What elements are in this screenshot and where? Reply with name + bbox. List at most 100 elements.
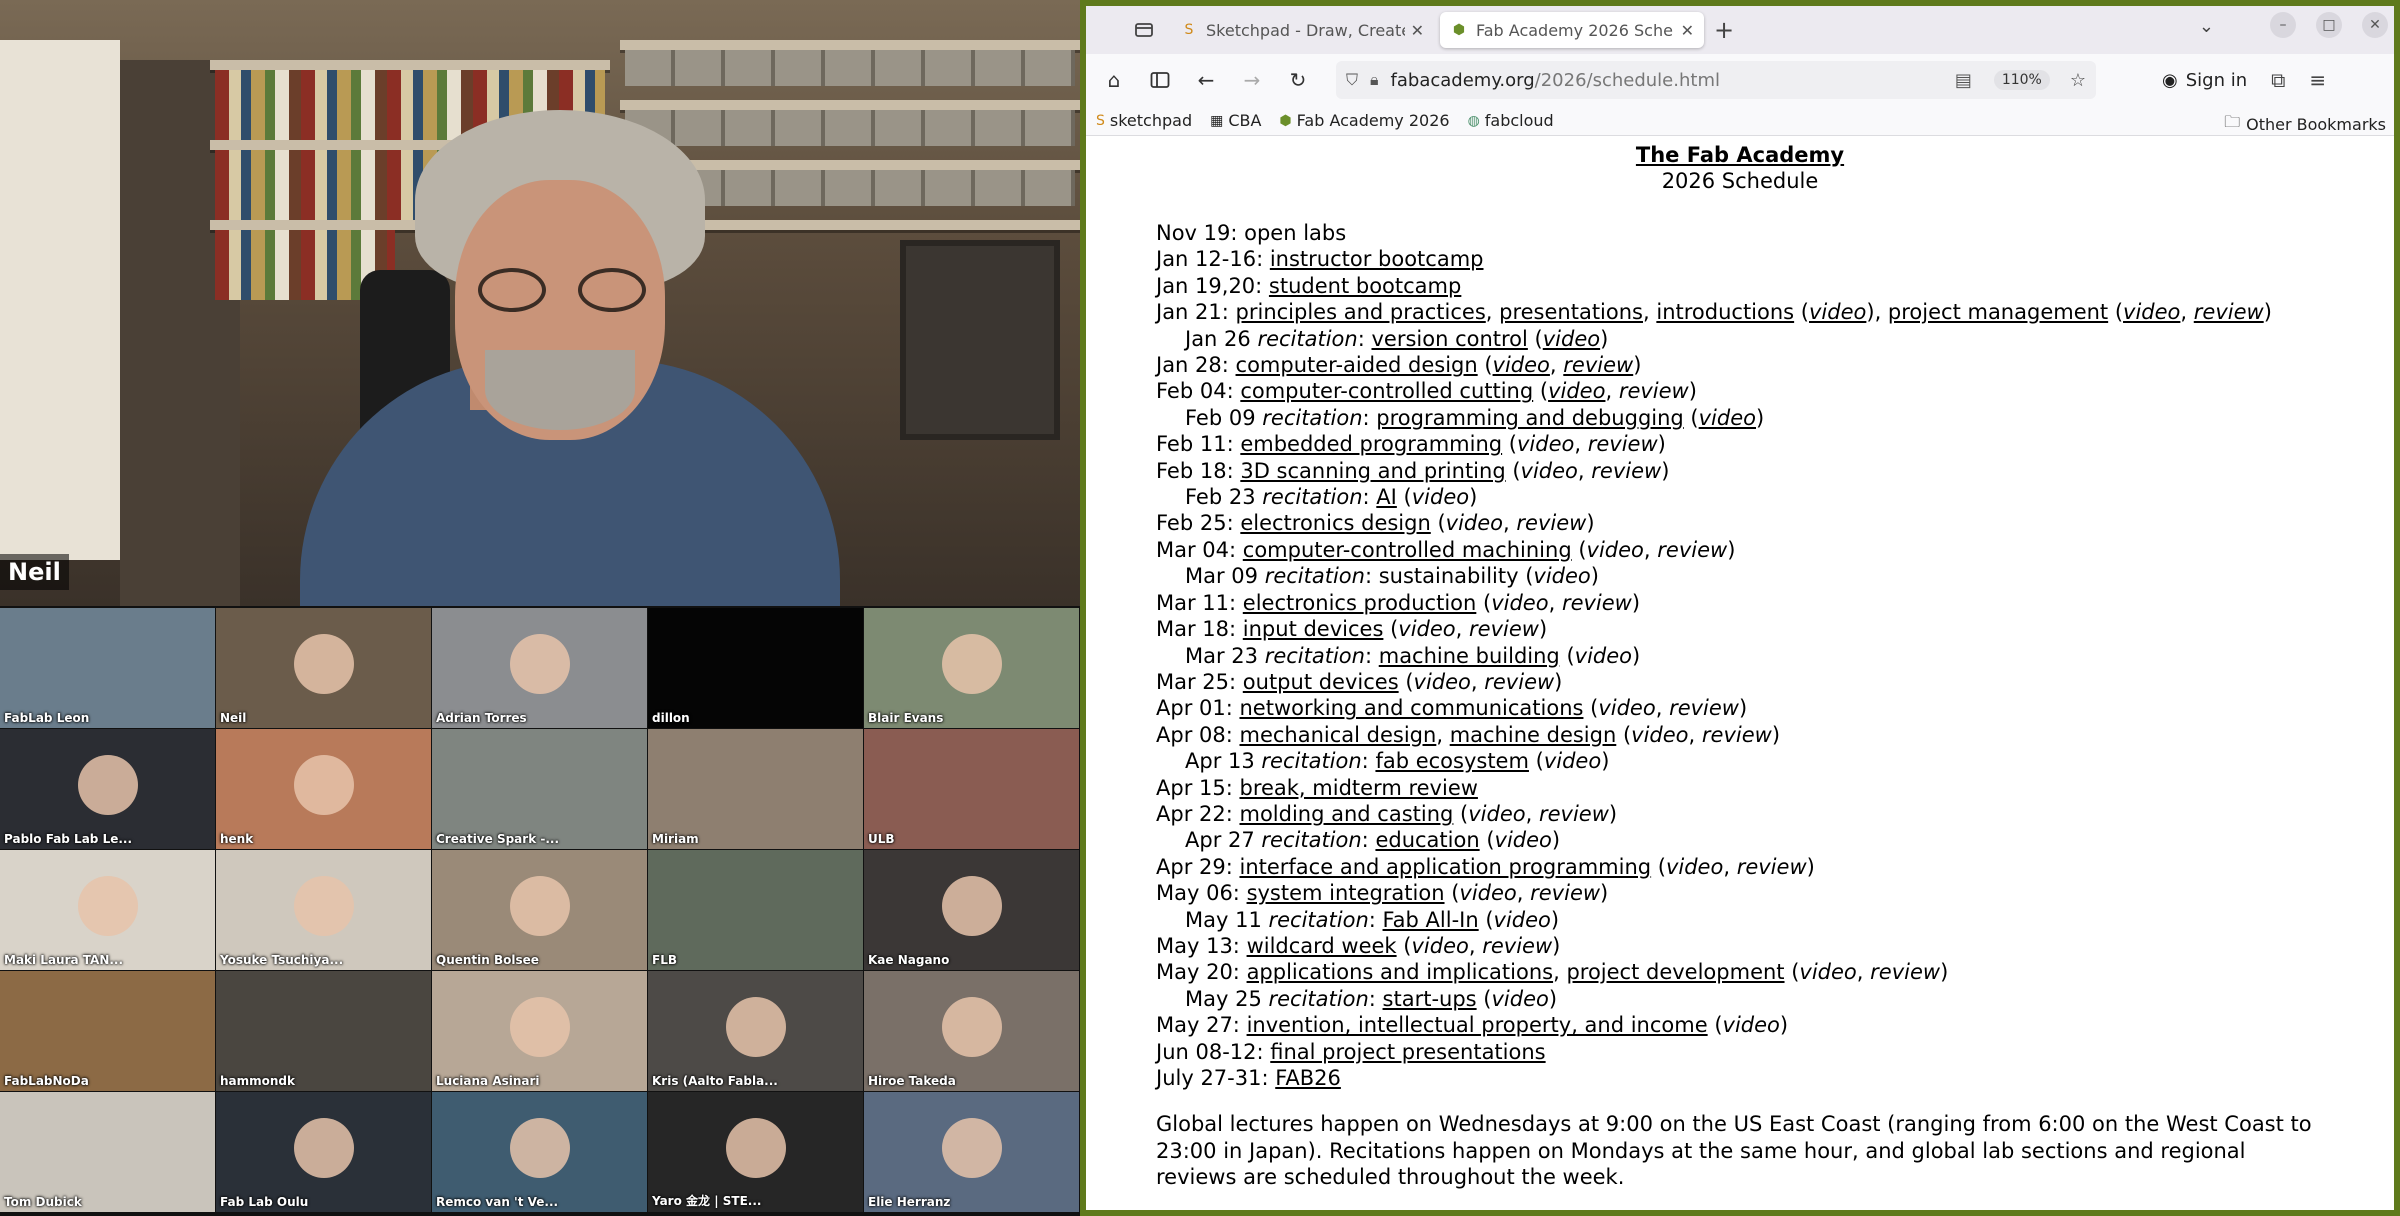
bookmark-sketchpad[interactable]: Ssketchpad bbox=[1096, 111, 1192, 130]
schedule-link[interactable]: video bbox=[2123, 300, 2180, 324]
schedule-link[interactable]: 3D scanning and printing bbox=[1240, 459, 1505, 483]
schedule-link[interactable]: molding and casting bbox=[1239, 802, 1453, 826]
bookmark-cba[interactable]: ▦ CBA bbox=[1210, 111, 1261, 130]
schedule-link[interactable]: interface and application programming bbox=[1239, 855, 1651, 879]
firefox-view-icon[interactable] bbox=[1124, 10, 1164, 50]
participant-tile[interactable]: hammondk bbox=[216, 971, 431, 1091]
schedule-link[interactable]: start-ups bbox=[1383, 987, 1477, 1011]
schedule-link[interactable]: video bbox=[1809, 300, 1866, 324]
participant-tile[interactable]: Yosuke Tsuchiya... bbox=[216, 850, 431, 970]
schedule-link[interactable]: FAB26 bbox=[1275, 1066, 1341, 1090]
schedule-link[interactable]: invention, intellectual property, and in… bbox=[1247, 1013, 1708, 1037]
reader-view-icon[interactable]: ▤ bbox=[1955, 70, 1972, 91]
bookmark-fab-academy[interactable]: ⬢ Fab Academy 2026 bbox=[1279, 111, 1449, 130]
bookmark-fabcloud[interactable]: ◍ fabcloud bbox=[1468, 111, 1554, 130]
schedule-link[interactable]: system integration bbox=[1247, 881, 1445, 905]
schedule-link[interactable]: review bbox=[1563, 353, 1633, 377]
other-bookmarks[interactable]: 🗀︎ Other Bookmarks bbox=[2224, 111, 2386, 138]
close-window-icon[interactable]: ✕ bbox=[2362, 12, 2388, 38]
schedule-link[interactable]: break, midterm review bbox=[1239, 776, 1477, 800]
participant-tile[interactable]: henk bbox=[216, 729, 431, 849]
tab-fab-academy[interactable]: ⬢ Fab Academy 2026 Sche ✕ bbox=[1440, 12, 1704, 48]
schedule-link[interactable]: electronics production bbox=[1243, 591, 1477, 615]
schedule-link[interactable]: video bbox=[1699, 406, 1756, 430]
schedule-link[interactable]: computer-controlled machining bbox=[1243, 538, 1572, 562]
participant-tile[interactable]: Neil bbox=[216, 608, 431, 728]
participant-tile[interactable]: Creative Spark -... bbox=[432, 729, 647, 849]
schedule-link[interactable]: student bootcamp bbox=[1269, 274, 1461, 298]
schedule-link[interactable]: version control bbox=[1371, 327, 1527, 351]
participant-tile[interactable]: FabLabNoDa bbox=[0, 971, 215, 1091]
schedule-link[interactable]: networking and communications bbox=[1239, 696, 1583, 720]
schedule-link[interactable]: mechanical design bbox=[1239, 723, 1436, 747]
schedule-link[interactable]: wildcard week bbox=[1247, 934, 1397, 958]
schedule-link[interactable]: video bbox=[1548, 379, 1605, 403]
schedule-link[interactable]: output devices bbox=[1243, 670, 1399, 694]
schedule-link[interactable]: computer-controlled cutting bbox=[1240, 379, 1533, 403]
maximize-icon[interactable]: □ bbox=[2316, 12, 2342, 38]
sidebar-icon[interactable] bbox=[1140, 60, 1180, 100]
active-speaker-video[interactable]: Neil bbox=[0, 0, 1080, 606]
schedule-link[interactable]: input devices bbox=[1243, 617, 1384, 641]
page-title[interactable]: The Fab Academy bbox=[1086, 142, 2394, 168]
schedule-link[interactable]: video bbox=[1493, 353, 1550, 377]
minimize-icon[interactable]: – bbox=[2270, 12, 2296, 38]
participant-tile[interactable]: dillon bbox=[648, 608, 863, 728]
reload-icon[interactable]: ↻ bbox=[1278, 60, 1318, 100]
menu-icon[interactable]: ≡ bbox=[2309, 68, 2326, 92]
participant-tile[interactable]: Tom Dubick bbox=[0, 1092, 215, 1212]
participant-tile[interactable]: FLB bbox=[648, 850, 863, 970]
participant-tile[interactable]: Pablo Fab Lab Le... bbox=[0, 729, 215, 849]
schedule-link[interactable]: project management bbox=[1888, 300, 2108, 324]
schedule-link[interactable]: machine design bbox=[1450, 723, 1617, 747]
schedule-link[interactable]: presentations bbox=[1499, 300, 1643, 324]
back-icon[interactable]: ← bbox=[1186, 60, 1226, 100]
schedule-link[interactable]: introductions bbox=[1656, 300, 1794, 324]
schedule-link[interactable]: education bbox=[1375, 828, 1479, 852]
participant-tile[interactable]: FabLab Leon bbox=[0, 608, 215, 728]
sign-in-button[interactable]: ◉ Sign in bbox=[2162, 70, 2247, 91]
participant-tile[interactable]: Elie Herranz bbox=[864, 1092, 1079, 1212]
lock-icon[interactable]: 🔒︎ bbox=[1370, 70, 1379, 90]
close-icon[interactable]: ✕ bbox=[1681, 21, 1694, 40]
participant-tile[interactable]: Remco van 't Ve... bbox=[432, 1092, 647, 1212]
participant-tile[interactable]: Adrian Torres bbox=[432, 608, 647, 728]
schedule-link[interactable]: video bbox=[1543, 327, 1600, 351]
schedule-link[interactable]: principles and practices bbox=[1236, 300, 1486, 324]
participant-tile[interactable]: Hiroe Takeda bbox=[864, 971, 1079, 1091]
participant-tile[interactable]: Kris (Aalto Fabla... bbox=[648, 971, 863, 1091]
participant-tile[interactable]: Kae Nagano bbox=[864, 850, 1079, 970]
extensions-icon[interactable]: ⧉ bbox=[2271, 68, 2285, 92]
close-icon[interactable]: ✕ bbox=[1411, 21, 1424, 40]
schedule-link[interactable]: AI bbox=[1376, 485, 1397, 509]
new-tab-icon[interactable]: + bbox=[1714, 16, 1734, 44]
participant-tile[interactable]: Yaro 金龙 | STE... bbox=[648, 1092, 863, 1212]
schedule-link[interactable]: machine building bbox=[1379, 644, 1560, 668]
home-icon[interactable]: ⌂ bbox=[1094, 60, 1134, 100]
participant-tile[interactable]: Blair Evans bbox=[864, 608, 1079, 728]
schedule-link[interactable]: Fab All-In bbox=[1383, 908, 1479, 932]
participant-tile[interactable]: ULB bbox=[864, 729, 1079, 849]
participant-tile[interactable]: Luciana Asinari bbox=[432, 971, 647, 1091]
schedule-link[interactable]: programming and debugging bbox=[1376, 406, 1683, 430]
schedule-link[interactable]: fab ecosystem bbox=[1375, 749, 1529, 773]
schedule-link[interactable]: computer-aided design bbox=[1236, 353, 1478, 377]
schedule-link[interactable]: project development bbox=[1566, 960, 1784, 984]
participant-tile[interactable]: Quentin Bolsee bbox=[432, 850, 647, 970]
participant-tile[interactable]: Miriam bbox=[648, 729, 863, 849]
participant-tile[interactable]: Maki Laura TAN... bbox=[0, 850, 215, 970]
participant-tile[interactable]: Fab Lab Oulu bbox=[216, 1092, 431, 1212]
schedule-link[interactable]: final project presentations bbox=[1270, 1040, 1545, 1064]
url-bar[interactable]: ⛉ 🔒︎ fabacademy.org/2026/schedule.html ▤… bbox=[1336, 61, 2096, 99]
forward-icon[interactable]: → bbox=[1232, 60, 1272, 100]
schedule-link[interactable]: electronics design bbox=[1240, 511, 1430, 535]
schedule-link[interactable]: applications and implications bbox=[1247, 960, 1554, 984]
schedule-link[interactable]: embedded programming bbox=[1240, 432, 1502, 456]
shield-icon[interactable]: ⛉ bbox=[1346, 70, 1358, 90]
schedule-link[interactable]: instructor bootcamp bbox=[1270, 247, 1484, 271]
tab-sketchpad[interactable]: S Sketchpad - Draw, Create ✕ bbox=[1170, 12, 1434, 48]
schedule-link[interactable]: review bbox=[2194, 300, 2264, 324]
chevron-down-icon[interactable]: ⌄ bbox=[2199, 16, 2214, 37]
bookmark-star-icon[interactable]: ☆ bbox=[2070, 70, 2086, 91]
zoom-level-badge[interactable]: 110% bbox=[1993, 70, 2050, 90]
